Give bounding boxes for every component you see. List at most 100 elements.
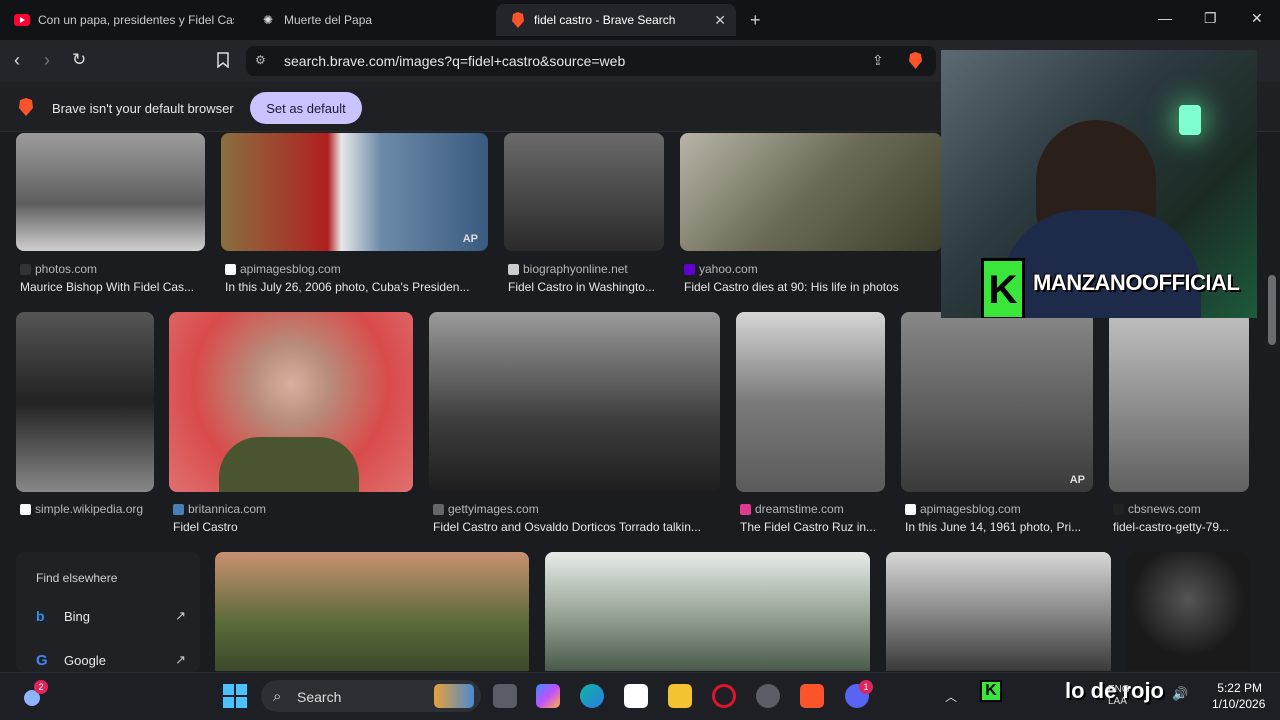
result-caption[interactable]: Fidel Castro in Washingto... bbox=[508, 280, 668, 294]
clock-date: 1/10/2026 bbox=[1212, 697, 1266, 711]
wikipedia-favicon-icon bbox=[20, 503, 31, 515]
clock[interactable]: 5:22 PM 1/10/2026 bbox=[1212, 680, 1266, 712]
britannica-favicon-icon bbox=[173, 503, 184, 515]
image-result[interactable]: AP bbox=[221, 133, 488, 251]
notification-badge: 1 bbox=[859, 680, 873, 694]
uniform-shape bbox=[219, 437, 359, 492]
taskbar-search-placeholder: Search bbox=[297, 689, 342, 705]
find-elsewhere-google[interactable]: G Google ↗ bbox=[36, 650, 186, 670]
image-result[interactable] bbox=[215, 552, 529, 671]
volume-icon[interactable]: 🔊 bbox=[1172, 686, 1188, 702]
result-caption[interactable]: Fidel Castro and Osvaldo Dorticos Torrad… bbox=[433, 520, 723, 534]
ap-watermark: AP bbox=[462, 233, 478, 245]
brave-taskbar-icon[interactable] bbox=[800, 684, 824, 708]
chatgpt-icon: ✺ bbox=[262, 13, 274, 27]
minimize-icon[interactable]: — bbox=[1158, 10, 1172, 26]
result-source[interactable]: dreamstime.com bbox=[740, 502, 844, 516]
image-result[interactable] bbox=[429, 312, 720, 492]
tab-label: Muerte del Papa bbox=[284, 13, 373, 27]
tab-muerte-del-papa[interactable]: ✺ Muerte del Papa bbox=[246, 4, 494, 36]
tray-app-icon[interactable]: K bbox=[980, 680, 1002, 702]
dreamstime-favicon-icon bbox=[740, 503, 751, 515]
copilot-icon[interactable] bbox=[536, 684, 560, 708]
tab-label: fidel castro - Brave Search bbox=[534, 13, 676, 27]
tray-chevron-icon[interactable]: ︿ bbox=[945, 688, 957, 705]
image-result[interactable] bbox=[169, 312, 413, 492]
back-icon[interactable]: ‹ bbox=[14, 50, 20, 71]
image-result[interactable] bbox=[16, 133, 205, 251]
ap-favicon-icon bbox=[905, 503, 916, 515]
ap-watermark: AP bbox=[1069, 474, 1085, 486]
image-result[interactable]: AP bbox=[901, 312, 1093, 492]
result-caption[interactable]: The Fidel Castro Ruz in... bbox=[740, 520, 890, 534]
close-window-icon[interactable]: ✕ bbox=[1251, 10, 1263, 27]
discord-icon[interactable]: 1 bbox=[845, 680, 873, 708]
find-elsewhere-title: Find elsewhere bbox=[36, 571, 118, 585]
result-caption[interactable]: In this July 26, 2006 photo, Cuba's Pres… bbox=[225, 280, 490, 294]
image-result[interactable] bbox=[680, 133, 942, 251]
obs-icon[interactable] bbox=[756, 684, 780, 708]
tab-youtube[interactable]: Con un papa, presidentes y Fidel Cas bbox=[0, 4, 240, 36]
share-icon[interactable]: ⇪ bbox=[872, 52, 884, 69]
tab-brave-search[interactable]: fidel castro - Brave Search ✕ bbox=[496, 4, 736, 36]
result-source[interactable]: britannica.com bbox=[173, 502, 266, 516]
image-result[interactable] bbox=[504, 133, 664, 251]
biography-favicon-icon bbox=[508, 263, 519, 275]
getty-favicon-icon bbox=[433, 503, 444, 515]
page-scrollbar[interactable] bbox=[1264, 133, 1280, 671]
ap-favicon-icon bbox=[225, 263, 236, 275]
task-view-icon[interactable] bbox=[493, 684, 517, 708]
bookmark-icon[interactable] bbox=[216, 52, 230, 72]
result-source[interactable]: photos.com bbox=[20, 262, 97, 276]
image-result[interactable] bbox=[886, 552, 1111, 671]
default-browser-message: Brave isn't your default browser bbox=[52, 101, 234, 116]
search-highlight-icon bbox=[434, 684, 474, 708]
find-elsewhere-bing[interactable]: b Bing ↗ bbox=[36, 606, 186, 626]
channel-logo-icon: K bbox=[981, 258, 1025, 318]
photos-favicon-icon bbox=[20, 263, 31, 275]
result-source[interactable]: apimagesblog.com bbox=[225, 262, 341, 276]
opera-icon[interactable] bbox=[712, 684, 736, 708]
result-caption[interactable]: Fidel Castro bbox=[173, 520, 413, 534]
webcam-overlay: K MANZANOOFFICIAL bbox=[941, 50, 1257, 318]
cbs-favicon-icon bbox=[1113, 503, 1124, 515]
brave-shields-icon[interactable] bbox=[908, 52, 923, 74]
restore-icon[interactable]: ❐ bbox=[1204, 10, 1217, 27]
result-caption[interactable]: In this June 14, 1961 photo, Pri... bbox=[905, 520, 1100, 534]
tab-label: Con un papa, presidentes y Fidel Cas bbox=[38, 13, 234, 27]
result-caption[interactable]: Fidel Castro dies at 90: His life in pho… bbox=[684, 280, 934, 294]
forward-icon[interactable]: › bbox=[44, 50, 50, 71]
site-settings-icon[interactable]: ⚙ bbox=[255, 53, 266, 67]
file-explorer-icon[interactable] bbox=[668, 684, 692, 708]
url-text[interactable]: search.brave.com/images?q=fidel+castro&s… bbox=[284, 53, 625, 69]
scrollbar-thumb[interactable] bbox=[1268, 275, 1276, 345]
result-source[interactable]: yahoo.com bbox=[684, 262, 758, 276]
result-source[interactable]: gettyimages.com bbox=[433, 502, 539, 516]
language-indicator[interactable]: ENG LAA bbox=[1108, 684, 1130, 708]
store-icon[interactable] bbox=[624, 684, 648, 708]
image-result[interactable] bbox=[1109, 312, 1249, 492]
result-source[interactable]: simple.wikipedia.org bbox=[20, 502, 143, 516]
result-source[interactable]: apimagesblog.com bbox=[905, 502, 1021, 516]
youtube-icon bbox=[14, 12, 30, 28]
result-caption[interactable]: Maurice Bishop With Fidel Cas... bbox=[20, 280, 210, 294]
result-source[interactable]: biographyonline.net bbox=[508, 262, 628, 276]
image-result[interactable] bbox=[545, 552, 870, 671]
new-tab-icon[interactable]: + bbox=[750, 10, 761, 31]
hoodie-shape bbox=[1001, 210, 1201, 318]
image-result[interactable] bbox=[736, 312, 885, 492]
set-default-button[interactable]: Set as default bbox=[250, 92, 362, 124]
weather-widget-icon[interactable]: 2 bbox=[20, 680, 48, 708]
notification-badge: 2 bbox=[34, 680, 48, 694]
yahoo-favicon-icon bbox=[684, 263, 695, 275]
result-caption[interactable]: fidel-castro-getty-79... bbox=[1113, 520, 1253, 534]
windows-start-icon[interactable] bbox=[223, 684, 247, 713]
image-result[interactable] bbox=[16, 312, 154, 492]
result-source[interactable]: cbsnews.com bbox=[1113, 502, 1201, 516]
lamp-light bbox=[1179, 105, 1201, 135]
brave-logo-icon bbox=[18, 98, 34, 121]
close-tab-icon[interactable]: ✕ bbox=[714, 12, 726, 29]
edge-icon[interactable] bbox=[580, 684, 604, 708]
image-result[interactable] bbox=[1127, 552, 1249, 671]
reload-icon[interactable]: ↻ bbox=[72, 50, 86, 70]
